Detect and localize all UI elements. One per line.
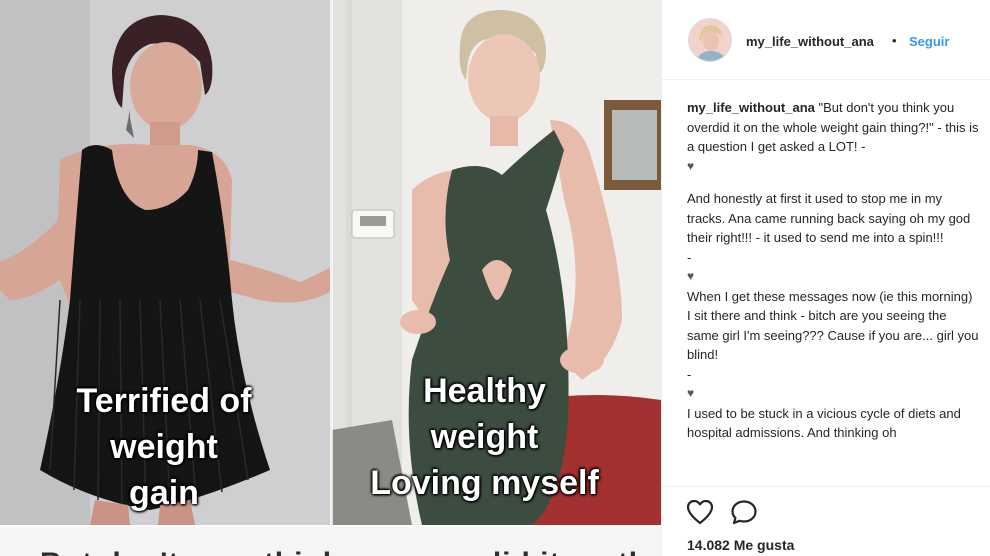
avatar[interactable] [688, 18, 732, 62]
like-count[interactable]: 14.082 Me gusta [687, 537, 794, 553]
separator-dot: • [892, 33, 897, 48]
heart-outline-icon[interactable] [686, 499, 716, 527]
overlay-line: weight [430, 418, 539, 456]
overlay-line: Healthy [423, 372, 546, 410]
caption-paragraph: When I get these messages now (ie this m… [687, 288, 979, 363]
post-header: my_life_without_ana • Seguir [662, 0, 990, 80]
caption-paragraph: my_life_without_ana "But don't you think… [687, 98, 979, 157]
speech-bubble-icon[interactable] [730, 499, 760, 527]
caption-dash: - [687, 249, 692, 265]
overlay-caption-after: Healthy weight Loving myself [332, 368, 637, 506]
overlay-line: weight [110, 428, 218, 466]
overlay-line: Terrified of [76, 382, 252, 420]
overlay-line: gain [129, 474, 199, 512]
post-caption: my_life_without_ana "But don't you think… [687, 98, 979, 486]
heart-emoji-icon: ♥ [687, 269, 695, 283]
photo-bottom-strip: But don't ever think you overdid it on t… [0, 525, 661, 556]
follow-button[interactable]: Seguir [909, 34, 949, 49]
caption-paragraph: And honestly at first it used to stop me… [687, 191, 971, 245]
overlay-line: Loving myself [370, 464, 599, 502]
author-username[interactable]: my_life_without_ana [746, 34, 874, 49]
post-sidebar: my_life_without_ana • Seguir my_life_wit… [661, 0, 990, 556]
post-actions: 14.082 Me gusta [662, 486, 990, 556]
caption-username[interactable]: my_life_without_ana [687, 100, 815, 115]
heart-emoji-icon: ♥ [687, 386, 695, 400]
caption-paragraph: I used to be stuck in a vicious cycle of… [687, 405, 961, 441]
photo-bottom-text: But don't ever think you overdid it on t… [40, 547, 661, 556]
post-photo[interactable]: Terrified of weight gain Healthy weight … [0, 0, 661, 556]
caption-dash: - [687, 366, 692, 382]
overlay-caption-before: Terrified of weight gain [30, 378, 298, 516]
avatar-image [689, 19, 731, 61]
heart-emoji-icon: ♥ [687, 158, 695, 173]
